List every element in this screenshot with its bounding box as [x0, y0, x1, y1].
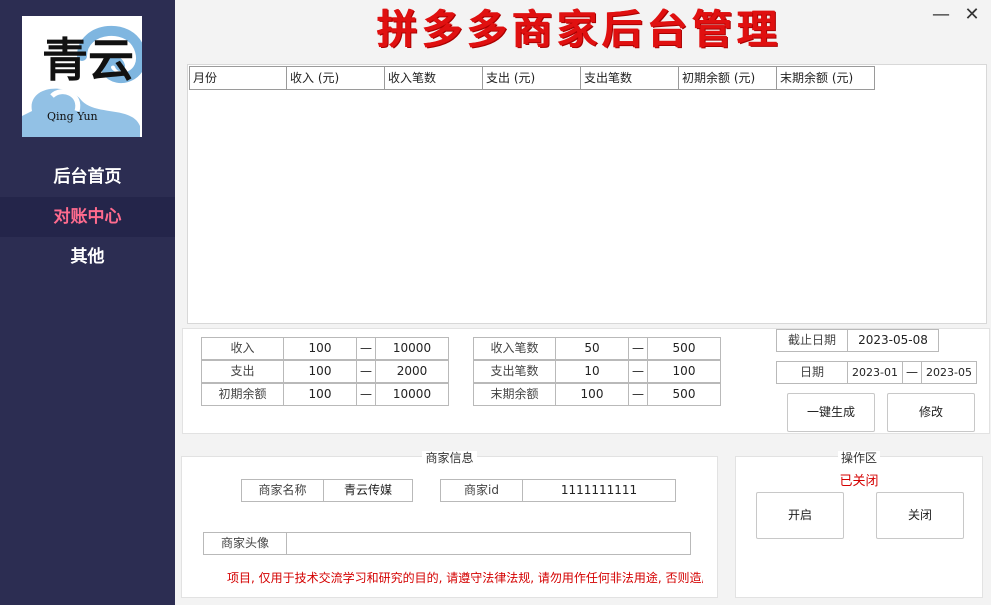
merchant-name-input[interactable]: 青云传媒 [323, 479, 413, 502]
income-count-min-input[interactable]: 50 [555, 337, 629, 360]
column-header-expense-count[interactable]: 支出笔数 [581, 66, 679, 90]
date-from-input[interactable]: 2023-01 [847, 361, 903, 384]
income-count-separator: — [628, 337, 648, 360]
expense-min-input[interactable]: 100 [283, 360, 357, 383]
income-separator: — [356, 337, 376, 360]
income-count-max-input[interactable]: 500 [647, 337, 721, 360]
date-to-input[interactable]: 2023-05 [921, 361, 977, 384]
expense-label: 支出 [201, 360, 284, 383]
legal-notice: 项目, 仅用于技术交流学习和研究的目的, 请遵守法律法规, 请勿用作任何非法用途… [227, 571, 703, 585]
operation-title: 操作区 [837, 451, 880, 465]
generate-button[interactable]: 一键生成 [787, 393, 875, 432]
sidebar-item-reconciliation[interactable]: 对账中心 [0, 197, 175, 237]
merchant-name-label: 商家名称 [241, 479, 324, 502]
cutoff-date-input[interactable]: 2023-05-08 [847, 329, 939, 352]
close-button[interactable]: 关闭 [876, 492, 964, 539]
opening-balance-min-input[interactable]: 100 [283, 383, 357, 406]
date-separator: — [902, 361, 922, 384]
expense-max-input[interactable]: 2000 [375, 360, 449, 383]
operation-group: 操作区 已关闭 开启 关闭 [735, 451, 983, 598]
sidebar-item-home[interactable]: 后台首页 [0, 157, 175, 197]
income-max-input[interactable]: 10000 [375, 337, 449, 360]
date-label: 日期 [776, 361, 848, 384]
closing-balance-max-input[interactable]: 500 [647, 383, 721, 406]
income-label: 收入 [201, 337, 284, 360]
open-button[interactable]: 开启 [756, 492, 844, 539]
sidebar: 青云 Qing Yun 后台首页 对账中心 其他 [0, 0, 175, 605]
status-text: 已关闭 [839, 474, 879, 489]
opening-balance-separator: — [356, 383, 376, 406]
expense-count-separator: — [628, 360, 648, 383]
column-header-closing-balance[interactable]: 末期余额 (元) [777, 66, 875, 90]
expense-count-label: 支出笔数 [473, 360, 556, 383]
income-min-input[interactable]: 100 [283, 337, 357, 360]
main-area: 拼多多商家后台管理 — ✕ 月份 收入 (元) 收入笔数 支出 (元) 支出笔数… [175, 0, 991, 605]
expense-count-min-input[interactable]: 10 [555, 360, 629, 383]
data-table[interactable]: 月份 收入 (元) 收入笔数 支出 (元) 支出笔数 初期余额 (元) 末期余额… [187, 64, 987, 324]
column-header-expense[interactable]: 支出 (元) [483, 66, 581, 90]
cutoff-date-label: 截止日期 [776, 329, 848, 352]
table-header: 月份 收入 (元) 收入笔数 支出 (元) 支出笔数 初期余额 (元) 末期余额… [189, 66, 875, 90]
logo: 青云 Qing Yun [22, 16, 142, 137]
merchant-avatar-label: 商家头像 [203, 532, 287, 555]
modify-button[interactable]: 修改 [887, 393, 975, 432]
closing-balance-label: 末期余额 [473, 383, 556, 406]
opening-balance-label: 初期余额 [201, 383, 284, 406]
minimize-button[interactable]: — [930, 4, 952, 26]
merchant-avatar-input[interactable] [286, 532, 691, 555]
closing-balance-min-input[interactable]: 100 [555, 383, 629, 406]
merchant-id-label: 商家id [440, 479, 523, 502]
app-title: 拼多多商家后台管理 [377, 6, 783, 53]
merchant-id-input[interactable]: 1111111111 [522, 479, 676, 502]
column-header-income[interactable]: 收入 (元) [287, 66, 385, 90]
sidebar-item-other[interactable]: 其他 [0, 237, 175, 277]
income-count-label: 收入笔数 [473, 337, 556, 360]
expense-separator: — [356, 360, 376, 383]
filter-panel: 收入 100 — 10000 支出 100 — 2000 初期余额 100 — … [182, 328, 990, 434]
logo-char-1: 青云 [42, 33, 134, 87]
closing-balance-separator: — [628, 383, 648, 406]
column-header-opening-balance[interactable]: 初期余额 (元) [679, 66, 777, 90]
column-header-income-count[interactable]: 收入笔数 [385, 66, 483, 90]
column-header-month[interactable]: 月份 [189, 66, 287, 90]
expense-count-max-input[interactable]: 100 [647, 360, 721, 383]
close-window-button[interactable]: ✕ [961, 4, 983, 26]
merchant-info-title: 商家信息 [422, 451, 477, 465]
logo-subtext: Qing Yun [47, 110, 98, 123]
opening-balance-max-input[interactable]: 10000 [375, 383, 449, 406]
